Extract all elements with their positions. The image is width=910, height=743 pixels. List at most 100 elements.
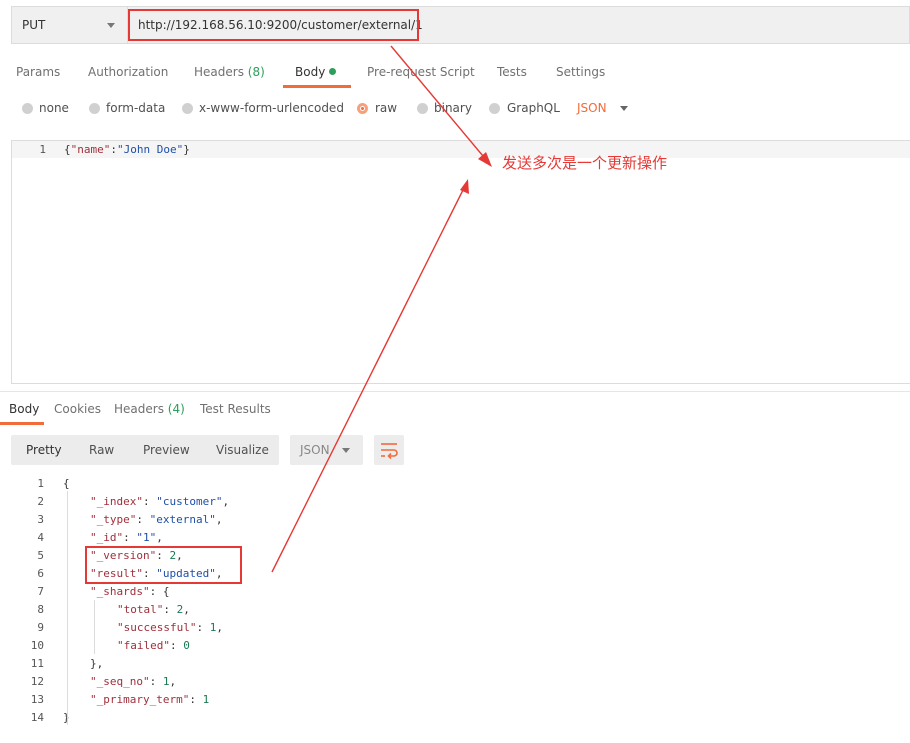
code-text: "_id": "1", bbox=[90, 531, 163, 544]
json-separator: : bbox=[169, 639, 184, 652]
response-tab-test-results[interactable]: Test Results bbox=[200, 402, 271, 416]
response-tab-headers-count: (4) bbox=[167, 402, 185, 416]
view-pretty-button[interactable]: Pretty bbox=[26, 443, 62, 457]
tab-headers-label: Headers bbox=[194, 65, 244, 79]
json-value: "external" bbox=[149, 513, 216, 526]
tab-body-indicator bbox=[283, 85, 351, 88]
response-tab-body[interactable]: Body bbox=[9, 402, 39, 416]
code-text: "_seq_no": 1, bbox=[90, 675, 176, 688]
tab-body-label: Body bbox=[295, 65, 326, 79]
json-punctuation: { bbox=[162, 585, 170, 598]
wrap-lines-button[interactable] bbox=[374, 435, 404, 465]
response-tab-body-indicator bbox=[0, 422, 44, 425]
url-highlight-box bbox=[128, 9, 419, 41]
json-value: "customer" bbox=[156, 495, 223, 508]
json-punctuation: , bbox=[169, 675, 177, 688]
indent-guide bbox=[94, 600, 95, 654]
code-text: "_shards": { bbox=[90, 585, 169, 598]
view-raw-button[interactable]: Raw bbox=[89, 443, 114, 457]
line-number: 7 bbox=[37, 585, 44, 598]
code-text: "_primary_term": 1 bbox=[90, 693, 209, 706]
view-preview-button[interactable]: Preview bbox=[143, 443, 190, 457]
line-number: 5 bbox=[37, 549, 44, 562]
body-format-select[interactable]: JSON bbox=[577, 101, 607, 115]
json-separator: : bbox=[196, 621, 210, 634]
radio-graphql-label: GraphQL bbox=[507, 101, 560, 115]
brace-open: { bbox=[64, 143, 71, 156]
tab-headers-count: (8) bbox=[247, 65, 265, 79]
line-number: 3 bbox=[37, 513, 44, 526]
radio-graphql[interactable] bbox=[489, 103, 500, 114]
json-separator: : bbox=[149, 675, 163, 688]
json-punctuation: }, bbox=[90, 657, 104, 670]
code-text: "successful": 1, bbox=[117, 621, 223, 634]
tab-headers[interactable]: Headers (8) bbox=[194, 65, 265, 79]
view-visualize-button[interactable]: Visualize bbox=[216, 443, 269, 457]
json-separator: : bbox=[189, 693, 203, 706]
json-punctuation: , bbox=[215, 513, 223, 526]
tab-pre-request-script[interactable]: Pre-request Script bbox=[367, 65, 475, 79]
line-number: 14 bbox=[30, 711, 44, 724]
json-colon: : bbox=[110, 143, 117, 156]
json-punctuation: , bbox=[183, 603, 190, 616]
radio-none-label: none bbox=[39, 101, 69, 115]
json-key: "successful" bbox=[117, 621, 197, 634]
radio-form-data[interactable] bbox=[89, 103, 100, 114]
code-text: "failed": 0 bbox=[117, 639, 190, 652]
json-key: "_shards" bbox=[90, 585, 150, 598]
json-key: "_primary_term" bbox=[90, 693, 190, 706]
json-key: "total" bbox=[117, 603, 164, 616]
indent-guide bbox=[67, 491, 68, 725]
radio-binary[interactable] bbox=[417, 103, 428, 114]
radio-urlencoded[interactable] bbox=[182, 103, 193, 114]
line-number: 11 bbox=[30, 657, 44, 670]
line-number: 2 bbox=[37, 495, 44, 508]
json-punctuation: , bbox=[216, 621, 223, 634]
method-select[interactable]: PUT bbox=[12, 7, 127, 43]
line-number: 12 bbox=[30, 675, 44, 688]
request-body-editor[interactable]: 1 {"name":"John Doe"} bbox=[11, 140, 910, 384]
radio-none[interactable] bbox=[22, 103, 33, 114]
json-key: "_type" bbox=[90, 513, 137, 526]
response-tab-cookies[interactable]: Cookies bbox=[54, 402, 101, 416]
request-body-line: {"name":"John Doe"} bbox=[64, 143, 190, 156]
tab-tests[interactable]: Tests bbox=[497, 65, 527, 79]
response-body-viewer[interactable]: 1 {2 "_index": "customer", 3 "_type": "exter… bbox=[0, 475, 910, 730]
json-punctuation: , bbox=[222, 495, 230, 508]
modified-dot-icon bbox=[329, 68, 337, 75]
response-tab-headers[interactable]: Headers (4) bbox=[114, 402, 185, 416]
annotation-note: 发送多次是一个更新操作 bbox=[502, 154, 668, 172]
line-number: 9 bbox=[37, 621, 44, 634]
code-text: "_type": "external", bbox=[90, 513, 222, 526]
line-number: 13 bbox=[30, 693, 44, 706]
response-highlight-box bbox=[85, 546, 242, 584]
tab-authorization[interactable]: Authorization bbox=[88, 65, 168, 79]
json-punctuation: , bbox=[156, 531, 163, 544]
line-number: 1 bbox=[37, 477, 44, 490]
json-punctuation: { bbox=[63, 477, 70, 490]
json-key: "_index" bbox=[90, 495, 143, 508]
radio-raw-label: raw bbox=[375, 101, 398, 115]
json-separator: : bbox=[142, 495, 157, 508]
json-value: 0 bbox=[183, 639, 190, 652]
panel-divider bbox=[0, 391, 910, 392]
line-number: 4 bbox=[37, 531, 44, 544]
radio-raw[interactable] bbox=[357, 103, 368, 114]
radio-binary-label: binary bbox=[434, 101, 472, 115]
json-value: "John Doe" bbox=[117, 143, 184, 156]
radio-urlencoded-label: x-www-form-urlencoded bbox=[199, 101, 344, 115]
wrap-lines-icon bbox=[381, 443, 398, 460]
code-text: "total": 2, bbox=[117, 603, 190, 616]
tab-body[interactable]: Body bbox=[295, 65, 337, 79]
chevron-down-icon bbox=[107, 23, 115, 28]
json-separator: : bbox=[123, 531, 137, 544]
tab-settings[interactable]: Settings bbox=[556, 65, 605, 79]
line-number: 10 bbox=[30, 639, 44, 652]
json-separator: : bbox=[163, 603, 177, 616]
json-key: "failed" bbox=[117, 639, 170, 652]
chevron-down-icon bbox=[620, 106, 628, 111]
tab-params[interactable]: Params bbox=[16, 65, 60, 79]
line-number: 6 bbox=[37, 567, 44, 580]
json-key: "_seq_no" bbox=[90, 675, 150, 688]
json-key: "name" bbox=[70, 143, 111, 156]
